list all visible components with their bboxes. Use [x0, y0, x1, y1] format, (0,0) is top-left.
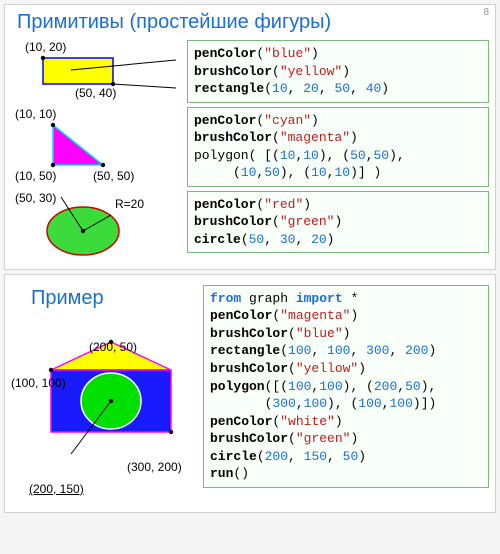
ex-label-center: (200, 150) [29, 482, 84, 496]
example-diagram: (200, 50) (100, 100) (200, 150) (300, [11, 334, 197, 504]
rect-label-br: (50, 40) [75, 86, 116, 100]
ex-label-right: (300, 200) [127, 460, 182, 474]
polygon-code: penColor("cyan") brushColor("magenta") p… [187, 107, 489, 187]
example-code: from graph import * penColor("magenta") … [203, 285, 489, 488]
circle-diagram: (50, 30) R=20 [11, 191, 181, 261]
primitives-title: Примитивы (простейшие фигуры) [5, 5, 495, 38]
circ-label-r: R=20 [115, 197, 144, 211]
primitives-panel: 8 Примитивы (простейшие фигуры) (10, 20)… [4, 4, 496, 270]
example-title: Пример [11, 281, 197, 314]
ex-label-left: (100, 100) [11, 376, 66, 390]
circle-row: (50, 30) R=20 penColor("red") brushColor… [5, 189, 495, 269]
poly-label-bl: (10, 50) [15, 169, 56, 183]
circ-label-c: (50, 30) [15, 191, 56, 205]
rectangle-code: penColor("blue") brushColor("yellow") re… [187, 40, 489, 103]
example-panel: Пример (200, 50) (100, 100) (2 [4, 274, 496, 513]
page-number: 8 [483, 7, 489, 18]
poly-label-br: (50, 50) [93, 169, 134, 183]
circle-code: penColor("red") brushColor("green") circ… [187, 191, 489, 254]
polygon-row: (10, 10) (10, 50) (50, 50) penColor("cya… [5, 105, 495, 189]
rectangle-diagram: (10, 20) (50, 40) [11, 40, 181, 102]
rectangle-row: (10, 20) (50, 40) penColor("blue") brush… [5, 38, 495, 105]
poly-label-tl: (10, 10) [15, 107, 56, 121]
polygon-diagram: (10, 10) (10, 50) (50, 50) [11, 107, 181, 187]
rect-label-tl: (10, 20) [25, 40, 66, 54]
ex-label-top: (200, 50) [89, 340, 137, 354]
